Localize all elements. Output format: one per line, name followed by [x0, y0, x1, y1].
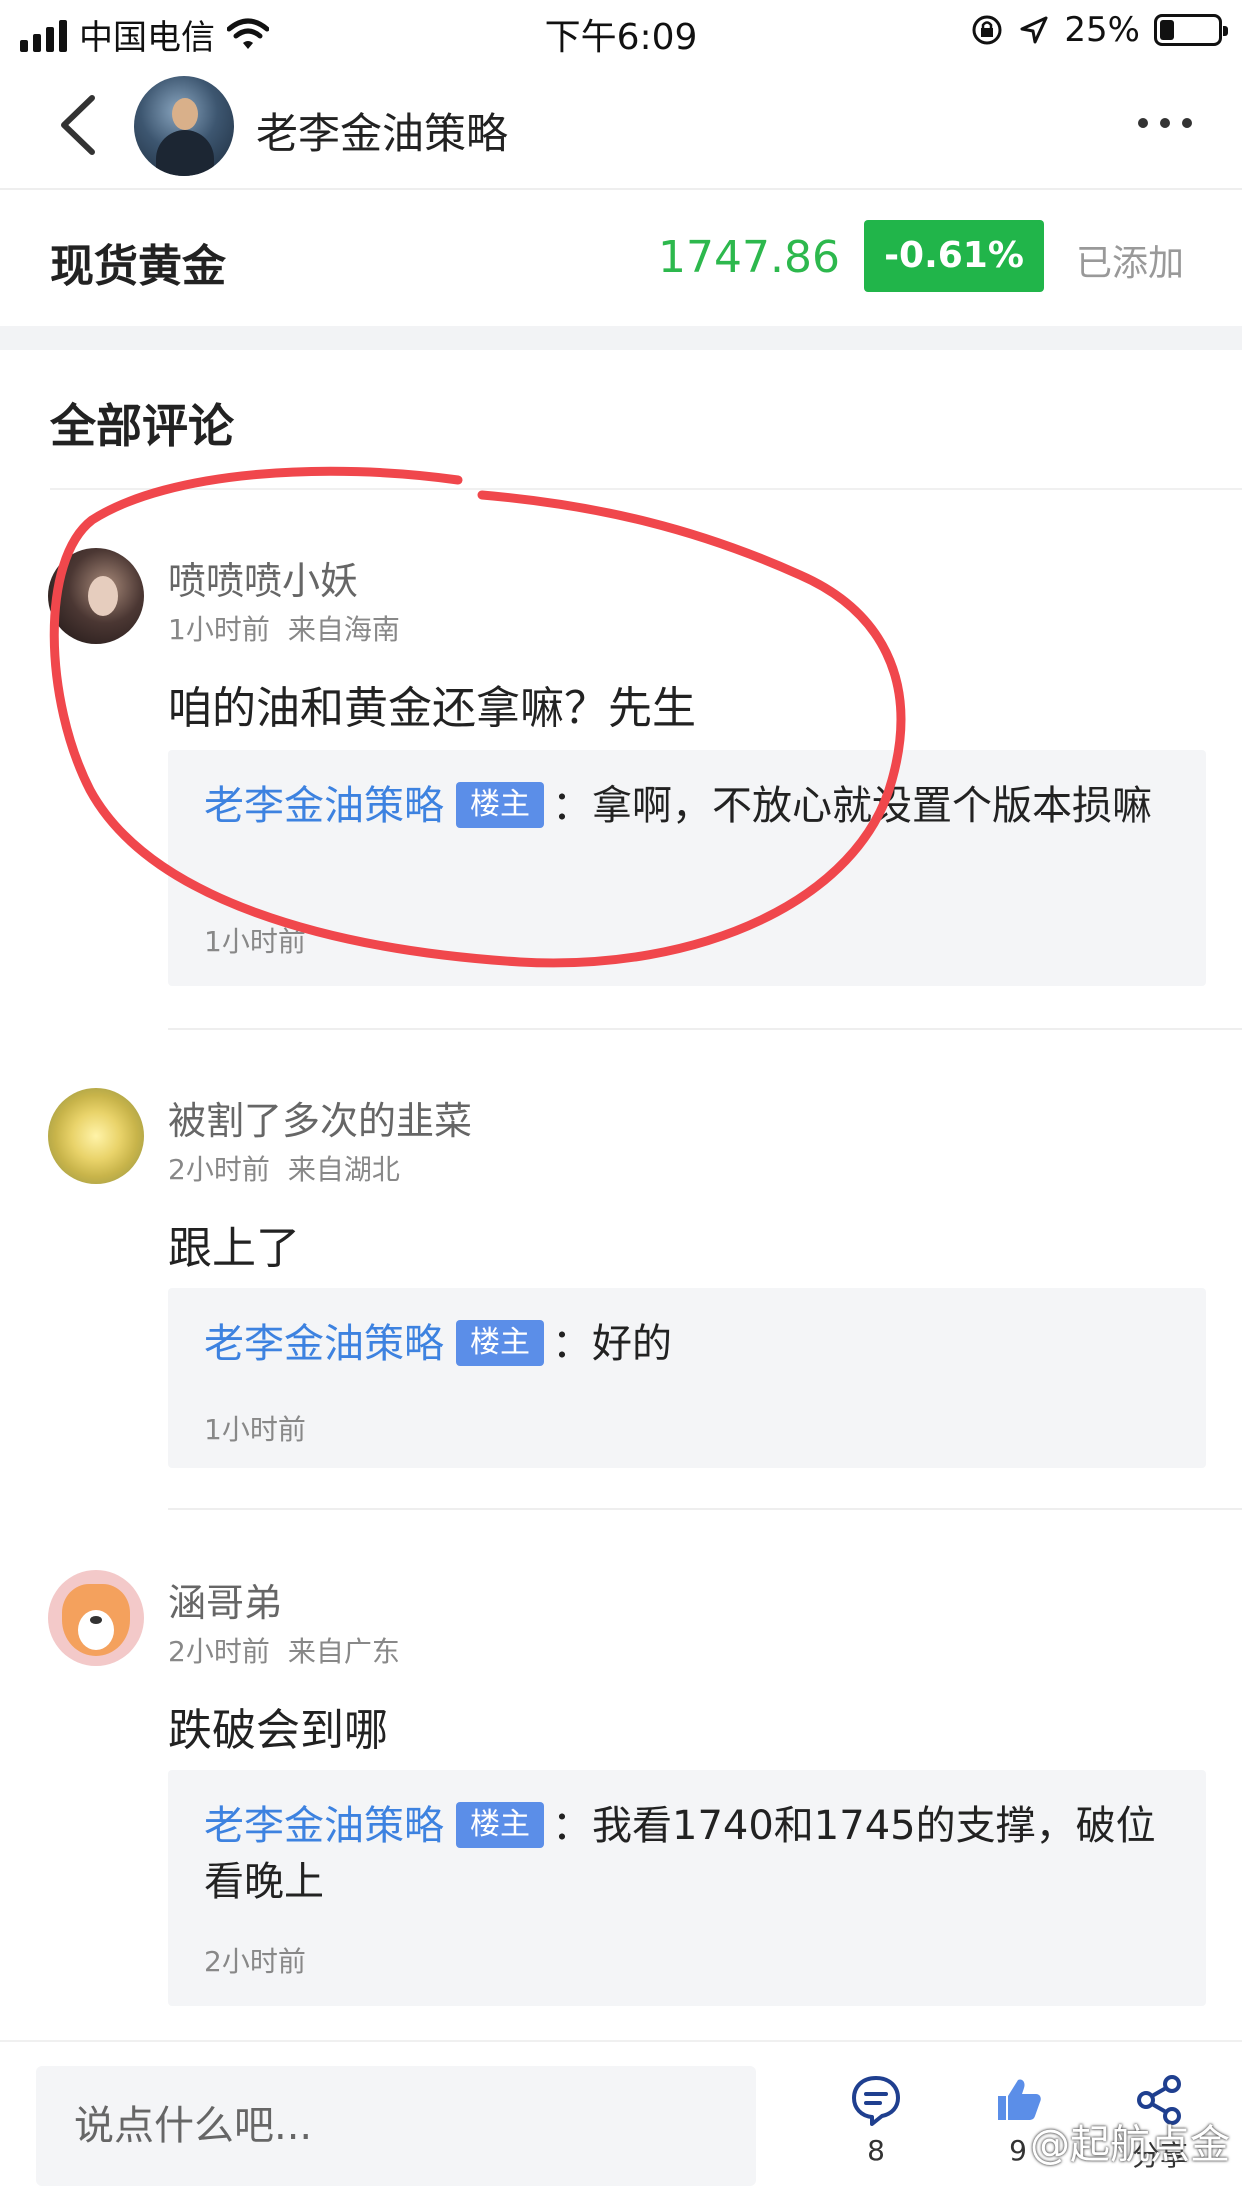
- reply-box[interactable]: 老李金油策略 楼主 ：好的 1小时前: [168, 1288, 1206, 1468]
- comment-count: 8: [867, 2134, 885, 2167]
- comment-location: 来自海南: [287, 613, 400, 646]
- comments-button[interactable]: 8: [826, 2074, 926, 2167]
- comment-bubble-icon: [852, 2076, 900, 2126]
- more-options-icon[interactable]: [1138, 118, 1192, 128]
- status-bar: 中国电信 下午6:09 25%: [0, 0, 1242, 62]
- comment-username[interactable]: 被割了多次的韭菜: [168, 1090, 472, 1145]
- location-arrow-icon: [1020, 16, 1048, 44]
- user-avatar[interactable]: [48, 1570, 144, 1666]
- reply-author[interactable]: 老李金油策略: [204, 783, 444, 829]
- reply-text: 拿啊，不放心就设置个版本损嘛: [592, 783, 1152, 829]
- reply-content: 老李金油策略 楼主 ：好的: [204, 1316, 1176, 1372]
- reply-box[interactable]: 老李金油策略 楼主 ：拿啊，不放心就设置个版本损嘛 1小时前: [168, 750, 1206, 986]
- user-avatar[interactable]: [48, 548, 144, 644]
- reply-text: 好的: [592, 1321, 672, 1367]
- owner-badge: 楼主: [456, 782, 544, 828]
- comment-location: 来自湖北: [287, 1153, 400, 1186]
- reply-content: 老李金油策略 楼主 ：我看1740和1745的支撑，破位看晚上: [204, 1798, 1176, 1910]
- nav-bar: 老李金油策略: [0, 62, 1242, 190]
- bottom-bar: 说点什么吧... 8 9 分享 @起航点金: [0, 2040, 1242, 2208]
- comment-time: 1小时前: [168, 613, 270, 646]
- reply-content: 老李金油策略 楼主 ：拿啊，不放心就设置个版本损嘛: [204, 778, 1176, 834]
- comment-text[interactable]: 咱的油和黄金还拿嘛？先生: [168, 672, 696, 736]
- divider: [168, 1028, 1242, 1030]
- battery-percent: 25%: [1064, 10, 1140, 50]
- reply-separator: ：: [552, 783, 592, 829]
- reply-time: 1小时前: [204, 925, 306, 958]
- comment-username[interactable]: 喷喷喷小妖: [168, 550, 358, 605]
- user-avatar[interactable]: [48, 1088, 144, 1184]
- comment-meta: 2小时前 来自广东: [168, 1630, 400, 1670]
- comment-time: 2小时前: [168, 1635, 270, 1668]
- reply-time: 2小时前: [204, 1945, 306, 1978]
- comment-location: 来自广东: [287, 1635, 400, 1668]
- watermark: @起航点金: [1030, 2122, 1230, 2168]
- owner-badge: 楼主: [456, 1320, 544, 1366]
- back-arrow-icon[interactable]: [50, 90, 110, 160]
- comment-username[interactable]: 涵哥弟: [168, 1572, 282, 1627]
- comment-text[interactable]: 跟上了: [168, 1212, 300, 1276]
- section-title: 全部评论: [50, 399, 234, 453]
- ticker-price: 1747.86: [658, 232, 840, 283]
- ticker-name: 现货黄金: [50, 241, 226, 292]
- reply-author[interactable]: 老李金油策略: [204, 1803, 444, 1849]
- comment-time: 2小时前: [168, 1153, 270, 1186]
- comment-meta: 1小时前 来自海南: [168, 608, 400, 648]
- page-title[interactable]: 老李金油策略: [256, 100, 508, 161]
- section-separator: [0, 326, 1242, 350]
- rotation-lock-icon: [972, 15, 1002, 45]
- divider: [168, 1508, 1242, 1510]
- reply-separator: ：: [552, 1803, 592, 1849]
- reply-author[interactable]: 老李金油策略: [204, 1321, 444, 1367]
- owner-badge: 楼主: [456, 1802, 544, 1848]
- reply-separator: ：: [552, 1321, 592, 1367]
- reply-time: 1小时前: [204, 1413, 306, 1446]
- comment-input[interactable]: 说点什么吧...: [36, 2066, 756, 2186]
- ticker-change-badge: -0.61%: [864, 220, 1044, 292]
- divider: [50, 488, 1242, 490]
- ticker-row[interactable]: 现货黄金 1747.86 -0.61% 已添加: [0, 190, 1242, 326]
- added-to-watchlist-button[interactable]: 已添加: [1076, 234, 1184, 286]
- author-avatar[interactable]: [134, 76, 234, 176]
- comment-meta: 2小时前 来自湖北: [168, 1148, 400, 1188]
- battery-icon: [1154, 14, 1228, 46]
- reply-box[interactable]: 老李金油策略 楼主 ：我看1740和1745的支撑，破位看晚上 2小时前: [168, 1770, 1206, 2006]
- comment-text[interactable]: 跌破会到哪: [168, 1694, 388, 1758]
